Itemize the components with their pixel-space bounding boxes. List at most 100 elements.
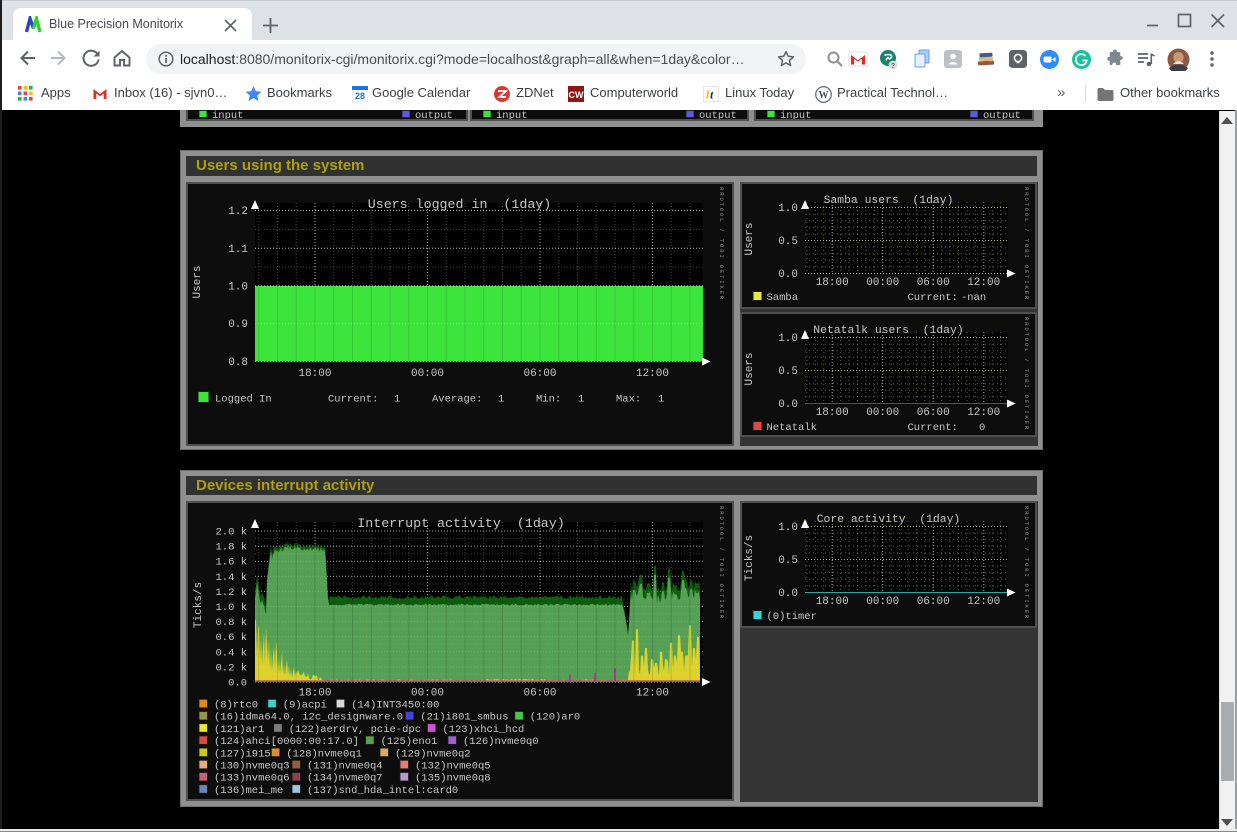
svg-text:(123)xhci_hcd: (123)xhci_hcd xyxy=(442,724,524,736)
svg-text:output: output xyxy=(699,110,737,119)
svg-text:(14)INT3450:00: (14)INT3450:00 xyxy=(351,700,439,712)
svg-text:Average:: Average: xyxy=(432,394,482,406)
svg-text:Users logged in (1day): Users logged in (1day) xyxy=(368,197,552,212)
svg-text:00:00: 00:00 xyxy=(866,277,899,289)
svg-text:Current:: Current: xyxy=(328,394,378,406)
svg-text:(129)nvme0q2: (129)nvme0q2 xyxy=(395,748,471,760)
svg-text:0.5: 0.5 xyxy=(778,236,798,248)
svg-text:Netatalk users (1day): Netatalk users (1day) xyxy=(813,325,963,337)
svg-text:12:00: 12:00 xyxy=(636,368,669,380)
svg-text:(122)aerdrv, pcie-dpc: (122)aerdrv, pcie-dpc xyxy=(289,724,421,736)
svg-text:06:00: 06:00 xyxy=(523,368,556,380)
svg-text:0.4 k: 0.4 k xyxy=(215,647,247,659)
svg-text:Samba: Samba xyxy=(767,292,799,304)
svg-text:1.1: 1.1 xyxy=(228,244,248,256)
svg-text:1.0 k: 1.0 k xyxy=(215,602,247,614)
svg-text:(120)ar0: (120)ar0 xyxy=(530,712,580,724)
svg-text:0.8: 0.8 xyxy=(228,357,248,369)
svg-text:18:00: 18:00 xyxy=(298,688,331,700)
svg-text:Current:: Current: xyxy=(908,422,958,434)
svg-text:(16)idma64.0, i2c_designware.0: (16)idma64.0, i2c_designware.0 xyxy=(214,712,403,724)
svg-text:18:00: 18:00 xyxy=(816,277,849,289)
svg-text:2.0 k: 2.0 k xyxy=(215,527,247,539)
svg-text:18:00: 18:00 xyxy=(298,368,331,380)
svg-text:(126)nvme0q0: (126)nvme0q0 xyxy=(463,736,539,748)
svg-text:1: 1 xyxy=(498,394,504,406)
svg-text:Ticks/s: Ticks/s xyxy=(744,535,756,581)
svg-text:RRDTOOL / TOBI OETIKER: RRDTOOL / TOBI OETIKER xyxy=(1023,506,1030,620)
svg-text:0.2 k: 0.2 k xyxy=(215,662,247,674)
svg-text:18:00: 18:00 xyxy=(816,407,849,419)
svg-text:(0)timer: (0)timer xyxy=(767,611,817,623)
svg-text:0.5: 0.5 xyxy=(778,366,798,378)
svg-text:-nan: -nan xyxy=(961,292,986,304)
svg-text:0.6 k: 0.6 k xyxy=(215,632,247,644)
svg-text:Users: Users xyxy=(744,352,756,385)
svg-text:Logged In: Logged In xyxy=(215,394,272,406)
svg-text:18:00: 18:00 xyxy=(816,596,849,608)
svg-text:(137)snd_hda_intel:card0: (137)snd_hda_intel:card0 xyxy=(307,785,458,797)
svg-text:?: ? xyxy=(891,63,895,70)
svg-text:1.8 k: 1.8 k xyxy=(215,542,247,554)
svg-text:00:00: 00:00 xyxy=(411,688,444,700)
svg-text:(133)nvme0q6: (133)nvme0q6 xyxy=(214,773,290,785)
svg-text:(135)nvme0q8: (135)nvme0q8 xyxy=(415,773,491,785)
svg-text:1.0: 1.0 xyxy=(778,333,798,345)
svg-text:Max:: Max: xyxy=(616,394,641,406)
svg-text:Netatalk: Netatalk xyxy=(767,422,817,434)
svg-text:Users: Users xyxy=(192,265,204,298)
svg-text:1: 1 xyxy=(578,394,584,406)
svg-text:RRDTOOL / TOBI OETIKER: RRDTOOL / TOBI OETIKER xyxy=(1023,187,1030,301)
svg-text:(136)mei_me: (136)mei_me xyxy=(214,785,283,797)
svg-text:06:00: 06:00 xyxy=(917,277,950,289)
svg-text:(128)nvme0q1: (128)nvme0q1 xyxy=(286,748,362,760)
svg-text:0.0: 0.0 xyxy=(778,399,798,411)
svg-text:1: 1 xyxy=(394,394,400,406)
svg-text:12:00: 12:00 xyxy=(967,407,1000,419)
svg-text:0.9: 0.9 xyxy=(228,319,248,331)
svg-text:output: output xyxy=(983,110,1021,119)
svg-text:00:00: 00:00 xyxy=(411,368,444,380)
svg-text:RRDTOOL / TOBI OETIKER: RRDTOOL / TOBI OETIKER xyxy=(1023,317,1030,431)
svg-text:00:00: 00:00 xyxy=(866,596,899,608)
svg-text:0.0: 0.0 xyxy=(778,269,798,281)
svg-text:(130)nvme0q3: (130)nvme0q3 xyxy=(214,761,290,773)
svg-text:W: W xyxy=(819,90,829,101)
svg-text:12:00: 12:00 xyxy=(636,688,669,700)
svg-text:(127)i915: (127)i915 xyxy=(214,748,271,760)
svg-text:00:00: 00:00 xyxy=(866,407,899,419)
svg-text:1.2 k: 1.2 k xyxy=(215,587,247,599)
svg-text:input: input xyxy=(780,110,812,119)
svg-text:Interrupt activity (1day): Interrupt activity (1day) xyxy=(357,516,564,531)
svg-text:1.0: 1.0 xyxy=(778,522,798,534)
svg-text:1.4 k: 1.4 k xyxy=(215,572,247,584)
svg-text:(21)i801_smbus: (21)i801_smbus xyxy=(420,712,508,724)
svg-text:06:00: 06:00 xyxy=(917,407,950,419)
svg-text:1.6 k: 1.6 k xyxy=(215,557,247,569)
svg-text:28: 28 xyxy=(355,91,365,101)
svg-text:Samba users (1day): Samba users (1day) xyxy=(824,195,954,207)
svg-text:12:00: 12:00 xyxy=(967,596,1000,608)
svg-text:Core activity (1day): Core activity (1day) xyxy=(817,514,961,526)
svg-text:12:00: 12:00 xyxy=(967,277,1000,289)
svg-text:output: output xyxy=(415,110,453,119)
svg-text:RRDTOOL / TOBI OETIKER: RRDTOOL / TOBI OETIKER xyxy=(718,187,725,301)
svg-text:Users: Users xyxy=(744,222,756,255)
svg-text:0.5: 0.5 xyxy=(778,555,798,567)
svg-text:Min:: Min: xyxy=(536,394,561,406)
svg-text:input: input xyxy=(496,110,528,119)
svg-text:(9)acpi: (9)acpi xyxy=(283,700,327,712)
svg-text:(134)nvme0q7: (134)nvme0q7 xyxy=(307,773,383,785)
svg-text:(8)rtc0: (8)rtc0 xyxy=(214,700,258,712)
svg-text:Ticks/s: Ticks/s xyxy=(193,582,205,628)
svg-text:06:00: 06:00 xyxy=(917,596,950,608)
svg-text:RRDTOOL / TOBI OETIKER: RRDTOOL / TOBI OETIKER xyxy=(718,506,725,620)
svg-text:(132)nvme0q5: (132)nvme0q5 xyxy=(415,761,491,773)
svg-text:(121)ar1: (121)ar1 xyxy=(214,724,264,736)
svg-text:06:00: 06:00 xyxy=(523,688,556,700)
svg-text:1.2: 1.2 xyxy=(228,206,248,218)
svg-text:0: 0 xyxy=(979,422,985,434)
svg-text:(125)eno1: (125)eno1 xyxy=(381,736,438,748)
svg-text:(131)nvme0q4: (131)nvme0q4 xyxy=(307,761,383,773)
svg-text:input: input xyxy=(212,110,244,119)
